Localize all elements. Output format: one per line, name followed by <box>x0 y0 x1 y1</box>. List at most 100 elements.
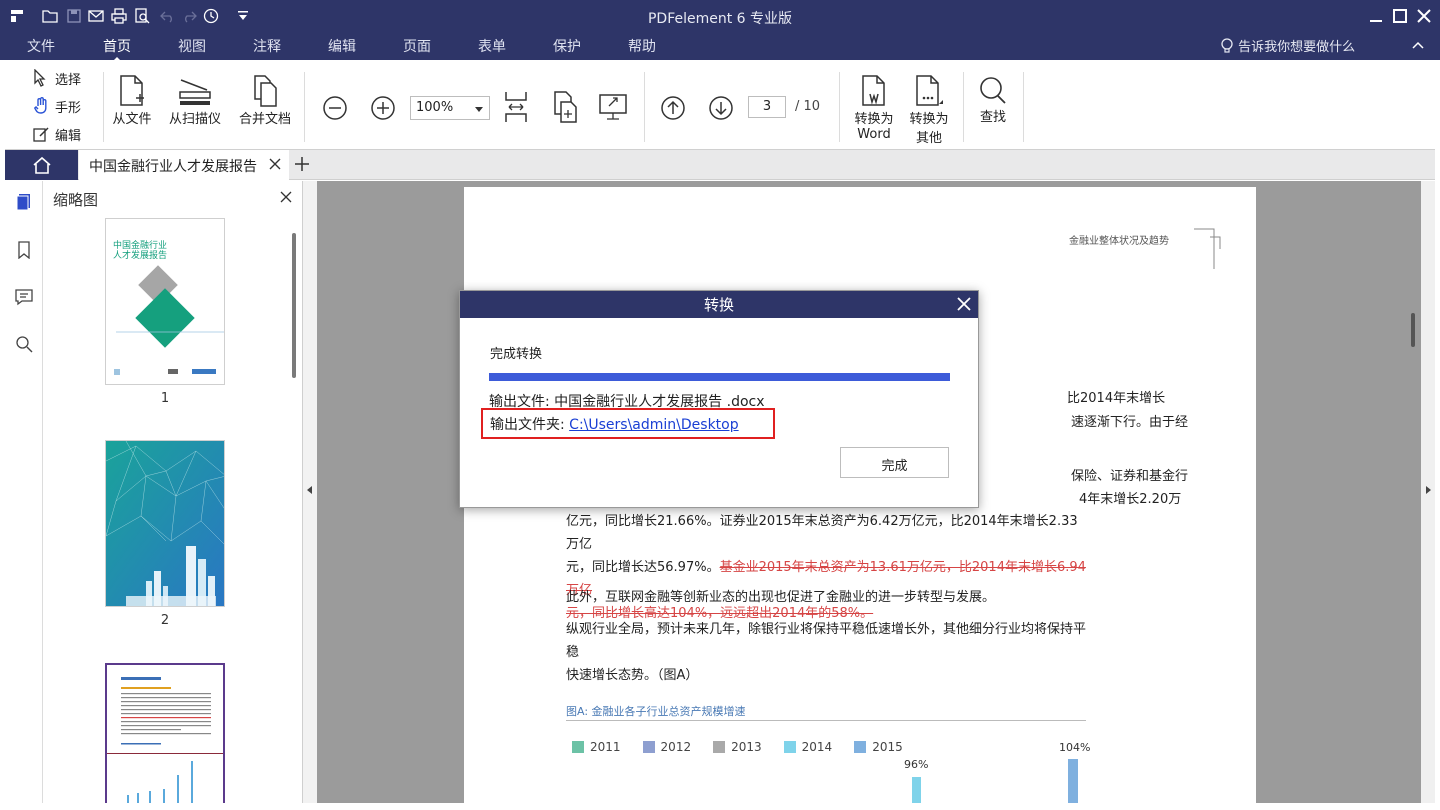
output-folder-link[interactable]: C:\Users\admin\Desktop <box>569 417 738 433</box>
divider <box>839 72 840 142</box>
create-from-file-button[interactable]: 从文件 <box>111 74 153 127</box>
report-page-image <box>107 665 223 803</box>
edit-label: 编辑 <box>55 128 82 144</box>
fit-page-button[interactable] <box>552 90 578 124</box>
tab-form[interactable]: 表单 <box>478 36 506 56</box>
document-tab[interactable]: 中国金融行业人才发展报告 <box>79 150 289 180</box>
full-screen-button[interactable] <box>598 93 628 121</box>
lightbulb-icon <box>1221 38 1233 53</box>
convert-to-word-button[interactable]: 转换为 Word <box>850 74 898 142</box>
from-scanner-label: 从扫描仪 <box>168 112 221 127</box>
thumbnail-number: 1 <box>160 391 170 406</box>
divider <box>103 72 104 142</box>
text-fragment: 速逐渐下行。由于经 <box>1071 415 1189 430</box>
done-button[interactable]: 完成 <box>840 447 949 478</box>
thumbnail-page-1[interactable]: 中国金融行业 人才发展报告 <box>105 218 225 385</box>
legend-label: 2014 <box>801 740 833 754</box>
other-file-icon <box>916 75 943 106</box>
home-tab[interactable] <box>5 150 78 180</box>
bookmark-icon[interactable] <box>15 241 33 260</box>
close-panel-icon[interactable] <box>280 191 292 207</box>
output-folder-row: 输出文件夹: C:\Users\admin\Desktop <box>481 408 775 439</box>
convert-to-other-button[interactable]: 转换为 其他 <box>905 74 953 146</box>
edit-icon <box>33 127 49 142</box>
minimize-icon[interactable] <box>1368 8 1384 24</box>
create-from-scanner-button[interactable]: 从扫描仪 <box>167 74 223 127</box>
select-tool-button[interactable]: 选择 <box>33 68 81 88</box>
zoom-in-button[interactable] <box>370 95 396 121</box>
page-header: 金融业整体状况及趋势 <box>1069 236 1169 247</box>
text-line: 亿元，同比增长21.66%。证券业2015年末总资产为6.42万亿元，比2014… <box>566 514 1078 552</box>
bar-value-label: 96% <box>904 758 929 771</box>
tab-edit[interactable]: 编辑 <box>328 36 356 56</box>
find-button[interactable]: 查找 <box>975 76 1011 125</box>
tell-me-search[interactable]: 告诉我你想要做什么 <box>1220 36 1355 55</box>
combine-files-button[interactable]: 合并文档 <box>237 74 293 127</box>
expand-right-icon[interactable] <box>1426 486 1431 494</box>
thumbnail-page-3[interactable] <box>105 663 225 803</box>
legend-item: 2013 <box>713 740 762 754</box>
select-label: 选择 <box>55 72 82 88</box>
search-panel-icon[interactable] <box>15 335 33 353</box>
document-tab-bar: 中国金融行业人才发展报告 <box>5 150 1435 180</box>
previous-page-button[interactable] <box>660 95 686 121</box>
side-panel-strip <box>5 181 43 803</box>
tab-view[interactable]: 视图 <box>178 36 206 56</box>
comment-icon[interactable] <box>15 288 33 306</box>
fit-width-button[interactable] <box>503 90 529 124</box>
full-screen-icon <box>599 94 627 120</box>
chart-divider <box>566 720 1086 721</box>
hand-tool-button[interactable]: 手形 <box>33 96 81 116</box>
text-fragment: 4年末增长2.20万 <box>1079 492 1182 507</box>
zoom-out-button[interactable] <box>322 95 348 121</box>
find-label: 查找 <box>979 110 1006 125</box>
to-word-label-1: 转换为 <box>854 112 894 127</box>
tab-protect[interactable]: 保护 <box>553 36 581 56</box>
to-other-label-2: 其他 <box>915 131 942 146</box>
bar-value-label: 104% <box>1059 741 1091 754</box>
tab-comment[interactable]: 注释 <box>253 36 281 56</box>
zoom-out-icon <box>323 96 347 120</box>
progress-fill <box>489 373 950 381</box>
tab-help[interactable]: 帮助 <box>628 36 656 56</box>
tab-file[interactable]: 文件 <box>27 36 55 56</box>
legend-swatch <box>854 741 867 753</box>
tab-home[interactable]: 首页 <box>103 36 131 62</box>
close-dialog-icon[interactable] <box>957 297 971 315</box>
panel-splitter[interactable] <box>303 181 317 803</box>
thumbnails-icon[interactable] <box>15 193 33 211</box>
scanner-icon <box>179 79 211 105</box>
collapse-left-icon[interactable] <box>307 486 312 494</box>
legend-swatch <box>783 741 796 753</box>
right-panel-toggle[interactable] <box>1421 181 1435 803</box>
cover-title: 中国金融行业 人才发展报告 <box>113 241 168 261</box>
tell-me-label: 告诉我你想要做什么 <box>1238 40 1356 55</box>
close-window-icon[interactable] <box>1416 8 1432 24</box>
to-word-label-2: Word <box>857 127 891 142</box>
hand-label: 手形 <box>55 100 82 116</box>
text-line: 快速增长态势。（图A） <box>566 668 699 683</box>
edit-tool-button[interactable]: 编辑 <box>33 124 81 144</box>
paragraph: 纵观行业全局，预计未来几年，除银行业将保持平稳低速增长外，其他细分行业均将保持平… <box>566 618 1086 687</box>
panel-title: 缩略图 <box>53 191 99 209</box>
new-tab-icon[interactable] <box>293 155 311 177</box>
dialog-title: 转换 <box>460 291 978 318</box>
close-tab-icon[interactable] <box>268 157 282 175</box>
corner-decoration <box>1194 228 1221 269</box>
chart-legend: 2011 2012 2013 2014 2015 <box>572 740 903 754</box>
paragraph: 此外，互联网金融等创新业态的出现也促进了金融业的进一步转型与发展。 <box>566 590 996 605</box>
conversion-status: 完成转换 <box>490 347 543 362</box>
thumbnail-page-2[interactable] <box>105 440 225 607</box>
collapse-ribbon-icon[interactable] <box>1412 39 1424 54</box>
next-page-button[interactable] <box>708 95 734 121</box>
zoom-select[interactable]: 100% <box>410 96 490 120</box>
legend-label: 2012 <box>660 740 692 754</box>
combine-label: 合并文档 <box>238 112 291 127</box>
page-number-input[interactable]: 3 <box>748 96 786 118</box>
arrow-up-icon <box>661 96 685 120</box>
thumbnail-number: 2 <box>160 613 170 628</box>
tab-page[interactable]: 页面 <box>403 36 431 56</box>
document-scrollbar[interactable] <box>1411 313 1415 347</box>
thumbnail-scrollbar[interactable] <box>292 233 296 378</box>
maximize-icon[interactable] <box>1392 8 1408 24</box>
